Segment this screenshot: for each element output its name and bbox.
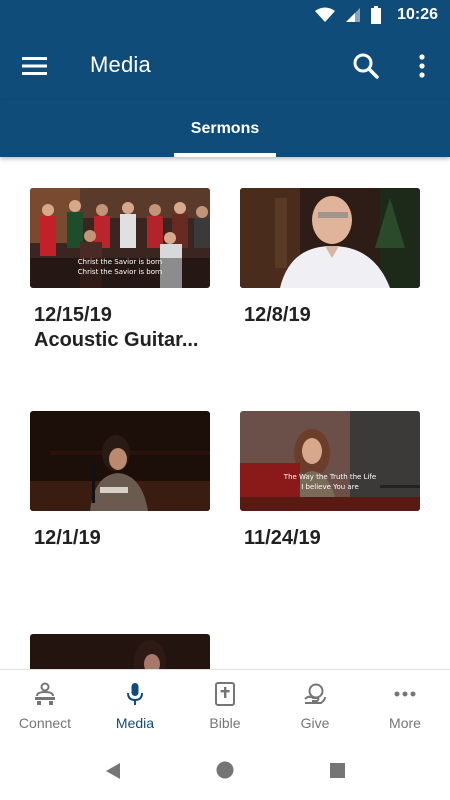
- nav-label: Connect: [18, 715, 72, 731]
- system-navigation-bar: [0, 739, 450, 800]
- sermon-date: 12/15/19: [34, 304, 112, 326]
- nav-label: Give: [300, 715, 330, 731]
- nav-label: Bible: [209, 715, 241, 731]
- sermon-card[interactable]: The Way the Truth the Life I believe You…: [240, 411, 420, 550]
- thumbnail-lyric-line: I believe You are: [301, 483, 359, 491]
- sermon-thumbnail[interactable]: The Way the Truth the Life I believe You…: [240, 411, 420, 511]
- sermon-thumbnail[interactable]: [30, 634, 210, 669]
- overflow-menu-icon[interactable]: [412, 52, 432, 80]
- sermon-date: 12/1/19: [34, 527, 101, 549]
- sermon-card[interactable]: [30, 634, 210, 669]
- status-time: 10:26: [397, 6, 438, 23]
- back-icon[interactable]: [105, 762, 121, 780]
- sermon-card[interactable]: 12/8/19: [240, 188, 420, 327]
- page-title: Media: [90, 52, 151, 77]
- menu-icon[interactable]: [22, 54, 48, 78]
- worship-leader-thumbnail-image: [240, 411, 420, 511]
- sermon-date: 11/24/19: [244, 527, 321, 549]
- sermon-card[interactable]: 12/1/19: [30, 411, 210, 550]
- give-icon: [304, 683, 326, 704]
- more-horizontal-icon: [394, 691, 416, 697]
- search-icon[interactable]: [352, 52, 380, 80]
- nav-bible[interactable]: Bible: [180, 670, 270, 740]
- thumbnail-lyric-line: Christ the Savior is born: [77, 268, 163, 276]
- bottom-navigation: Connect Media Bible Give More: [0, 669, 450, 740]
- bible-icon: [215, 682, 235, 706]
- app-bar: Media: [0, 32, 450, 100]
- singer-thumbnail-image: [30, 411, 210, 511]
- sermon-thumbnail[interactable]: [240, 188, 420, 288]
- recents-icon[interactable]: [330, 763, 345, 778]
- status-bar: 10:26: [0, 0, 450, 32]
- sermon-card[interactable]: Christ the Savior is born Christ the Sav…: [30, 188, 210, 352]
- battery-icon: [371, 6, 382, 24]
- status-icons: 10:26: [315, 6, 438, 24]
- media-grid: Christ the Savior is born Christ the Sav…: [0, 157, 450, 669]
- tab-bar: Sermons: [0, 100, 450, 157]
- sermon-date: 12/8/19: [244, 304, 311, 326]
- sermon-thumbnail[interactable]: Christ the Savior is born Christ the Sav…: [30, 188, 210, 288]
- thumbnail-lyric-line: The Way the Truth the Life: [283, 473, 377, 481]
- sermon-thumbnail[interactable]: [30, 411, 210, 511]
- wifi-icon: [315, 7, 336, 22]
- thumbnail-lyric-line: Christ the Savior is born: [77, 258, 163, 266]
- nav-label: Media: [115, 715, 155, 731]
- sermon-title: Acoustic Guitar...: [34, 329, 199, 351]
- nav-connect[interactable]: Connect: [0, 670, 90, 740]
- nav-label: More: [389, 715, 421, 731]
- nav-media[interactable]: Media: [90, 670, 180, 740]
- cellular-signal-icon: [346, 8, 361, 22]
- speaker-thumbnail-image: [240, 188, 420, 288]
- connect-icon: [35, 682, 55, 705]
- microphone-icon: [127, 683, 143, 705]
- nav-give[interactable]: Give: [270, 670, 360, 740]
- home-icon[interactable]: [216, 761, 234, 779]
- partial-thumbnail-image: [30, 634, 210, 669]
- tab-sermons[interactable]: Sermons: [174, 120, 276, 138]
- nav-more[interactable]: More: [360, 670, 450, 740]
